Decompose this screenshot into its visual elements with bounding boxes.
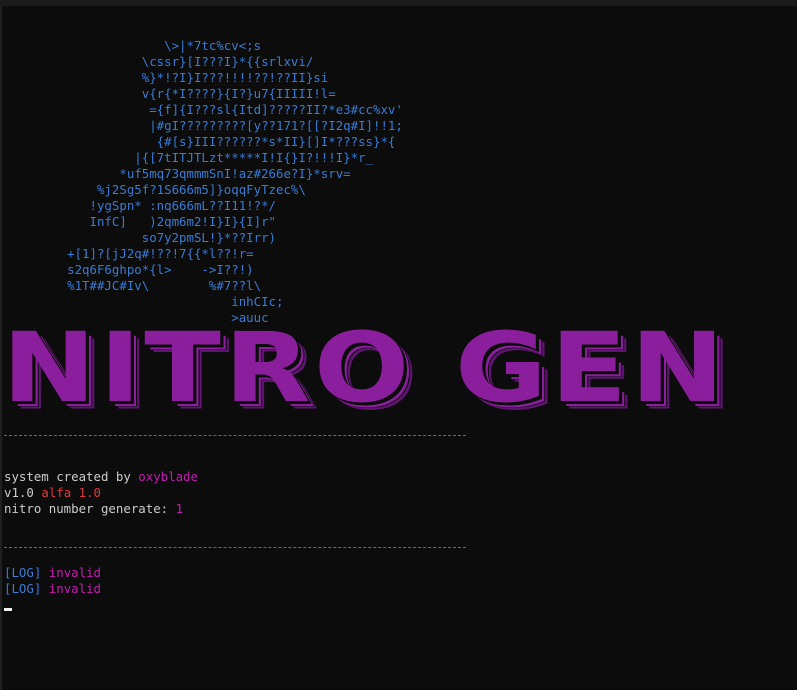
log-tag: [LOG] xyxy=(4,565,42,580)
log-entry: [LOG] invalid xyxy=(4,565,101,581)
ascii-art-line: ={f]{I???sl{Itd]?????II?*e3#cc%xv' xyxy=(0,102,403,117)
log-message: invalid xyxy=(48,581,101,596)
ascii-art-line: inhCIc; xyxy=(0,294,284,309)
ascii-art-line: |{[7tITJTLzt*****I!I{}I?!!!I}*r_ xyxy=(0,150,373,165)
terminal-top-edge xyxy=(0,0,797,6)
generate-count-line: nitro number generate: 1 xyxy=(4,501,183,517)
ascii-art-line: %}*!?I}I???!!!!??!??II}si xyxy=(0,70,329,85)
ascii-art-line: so7y2pmSL!}*??Irr) xyxy=(0,230,277,245)
nitro-gen-banner: NITRO GEN xyxy=(2,319,724,419)
ascii-art-line: {#[s}III??????*s*II}[]I*???ss}*{ xyxy=(0,134,396,149)
version-prefix: v1.0 xyxy=(4,485,42,500)
credit-prefix: system created by xyxy=(4,469,139,484)
generate-count: 1 xyxy=(175,501,184,516)
text-cursor[interactable] xyxy=(4,608,12,611)
ascii-art-line: v{r{*I????}{I?}u7{IIIII!l= xyxy=(0,86,336,101)
log-entry: [LOG] invalid xyxy=(4,581,101,597)
terminal-window[interactable]: \>|*7tc%cv<;s \cssr}[I???I}*{{srlxvi/ %}… xyxy=(0,0,797,690)
divider-top xyxy=(4,435,466,436)
ascii-art-line: +[1]?[jJ2q#!??!7{{*l??!r= xyxy=(0,246,254,261)
ascii-art-line: *uf5mq73qmmmSnI!az#266e?I}*srv= xyxy=(0,166,351,181)
banner-title: NITRO GEN xyxy=(2,310,728,425)
author-name: oxyblade xyxy=(138,469,198,484)
log-tag: [LOG] xyxy=(4,581,42,596)
ascii-art-line: !ygSpn* :nq666mL??I11!?*/ xyxy=(0,198,277,213)
ascii-art-line: %1T##JC#Iv\ %#7??l\ xyxy=(0,278,262,293)
ascii-art-line: \>|*7tc%cv<;s xyxy=(0,38,262,53)
version-channel: alfa 1.0 xyxy=(41,485,101,500)
divider-bottom xyxy=(4,547,466,548)
ascii-art-line: |#gI?????????[y??171?[[?I2q#I]!!1; xyxy=(0,118,403,133)
ascii-art-line: \cssr}[I???I}*{{srlxvi/ xyxy=(0,54,314,69)
ascii-art-logo: \>|*7tc%cv<;s \cssr}[I???I}*{{srlxvi/ %}… xyxy=(0,38,403,326)
generate-prefix: nitro number generate: xyxy=(4,501,176,516)
ascii-art-line: %j2Sg5f?1S666m5]}oqqFyTzec%\ xyxy=(0,182,306,197)
ascii-art-line: s2q6F6ghpo*{l> ->I??!) xyxy=(0,262,254,277)
credit-line: system created by oxyblade xyxy=(4,469,198,485)
log-message: invalid xyxy=(48,565,101,580)
ascii-art-line: InfC] )2qm6m2!I}I}{I]r" xyxy=(0,214,277,229)
version-line: v1.0 alfa 1.0 xyxy=(4,485,101,501)
